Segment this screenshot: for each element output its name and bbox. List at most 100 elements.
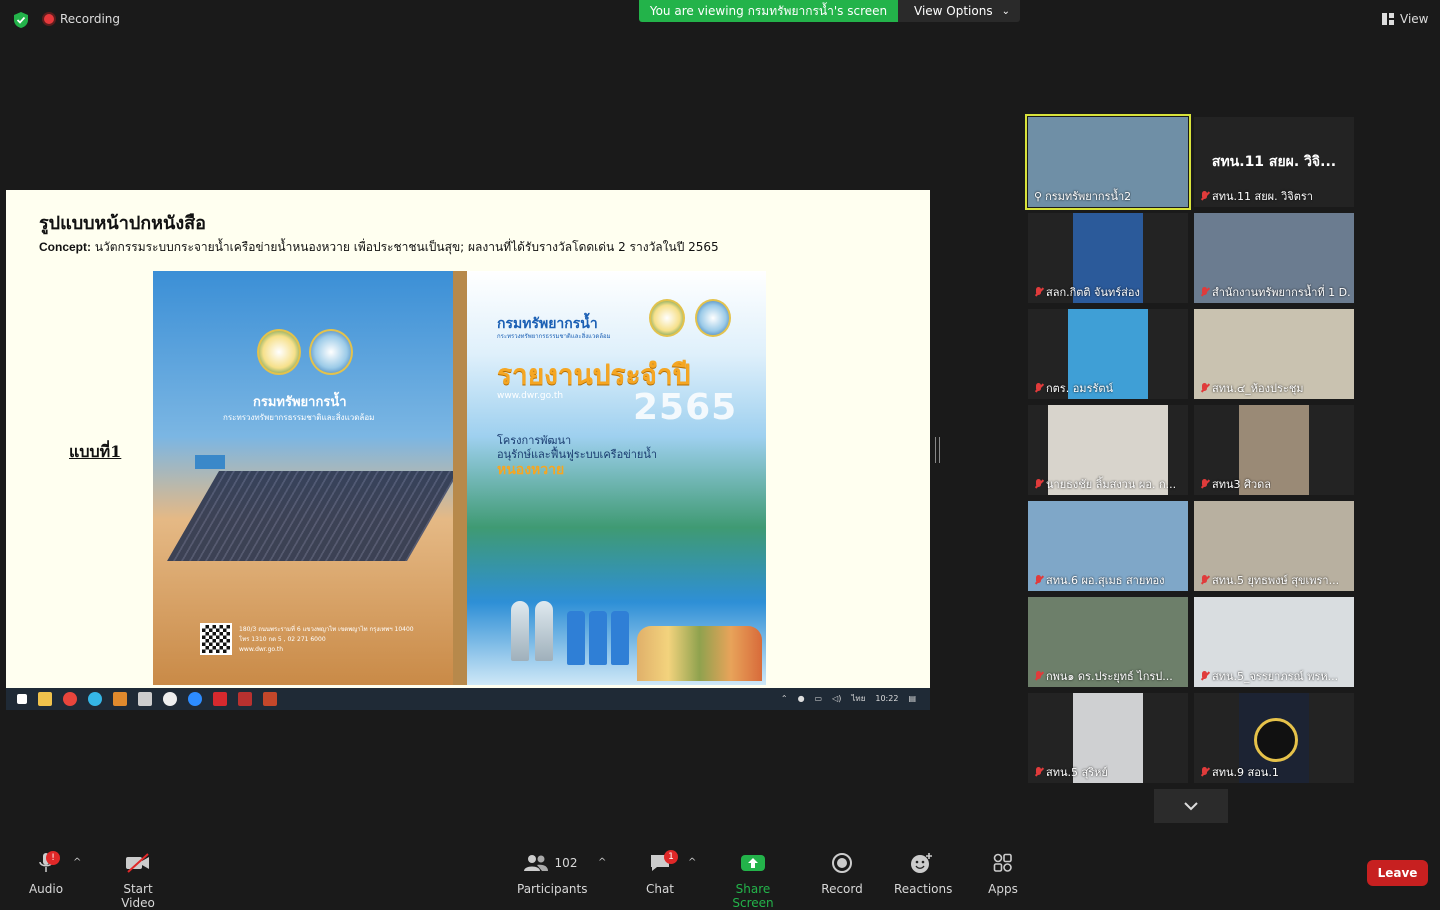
audio-alert-badge: ! bbox=[46, 851, 60, 865]
emoji-reaction-icon bbox=[911, 853, 932, 873]
participant-name: สทน3 ศิวดล bbox=[1212, 478, 1272, 491]
mic-muted-icon bbox=[1034, 766, 1043, 778]
leave-button[interactable]: Leave bbox=[1367, 860, 1428, 886]
view-button[interactable]: View bbox=[1382, 12, 1428, 26]
participant-name: กพน๑ ดร.ประยุทธ์ ไกรป... bbox=[1046, 670, 1173, 683]
participants-button[interactable]: 102 Participants bbox=[517, 850, 588, 896]
participant-tile[interactable]: สทน3 ศิวดล bbox=[1194, 405, 1354, 495]
participant-name-label: กตร. อมรรัตน์ bbox=[1034, 379, 1113, 397]
record-icon bbox=[832, 853, 852, 873]
participant-tile[interactable]: ⚲ กรมทรัพยากรน้ำ2 bbox=[1025, 114, 1191, 210]
zoom-icon bbox=[188, 692, 202, 706]
participants-options-caret[interactable]: ^ bbox=[598, 857, 606, 868]
participants-label: Participants bbox=[517, 882, 588, 896]
chat-options-caret[interactable]: ^ bbox=[688, 857, 696, 868]
view-options-label: View Options bbox=[914, 4, 993, 18]
shared-screen[interactable]: รูปแบบหน้าปกหนังสือ Concept: นวัตกรรมระบ… bbox=[6, 190, 930, 710]
mic-muted-icon bbox=[1200, 190, 1209, 202]
chat-unread-badge: 1 bbox=[664, 850, 678, 864]
seal-emblem-icon bbox=[257, 329, 301, 375]
participant-tile[interactable]: สทน.6 ผอ.สุเมธ สายทอง bbox=[1028, 501, 1188, 591]
panel-splitter-handle[interactable] bbox=[935, 437, 940, 463]
security-shield-icon[interactable] bbox=[12, 11, 30, 29]
concept-label: Concept: bbox=[39, 240, 91, 254]
participant-tile[interactable]: สทน.๔_ห้องประชุม bbox=[1194, 309, 1354, 399]
participant-tile[interactable]: สทน.5 สุริหย์ bbox=[1028, 693, 1188, 783]
apps-label: Apps bbox=[988, 882, 1018, 896]
chevron-up-icon: ⌃ bbox=[780, 694, 788, 703]
participant-name-label: สลก.กิตติ จันทร์ส่อง bbox=[1034, 283, 1140, 301]
cover-front-web: www.dwr.go.th bbox=[497, 391, 564, 401]
participant-tile[interactable]: สทน.9 สอน.1 bbox=[1194, 693, 1354, 783]
logo-emblem-icon bbox=[1254, 718, 1298, 762]
participant-tile[interactable]: กตร. อมรรัตน์ bbox=[1028, 309, 1188, 399]
participant-name: สทน.6 ผอ.สุเมธ สายทอง bbox=[1046, 574, 1165, 587]
cover-back-org-sub: กระทรวงทรัพยากรธรรมชาติและสิ่งแวดล้อม bbox=[223, 413, 375, 422]
participant-tile[interactable]: สลก.กิตติ จันทร์ส่อง bbox=[1028, 213, 1188, 303]
participant-tile[interactable]: สทน.5 ยุทธพงษ์ สุขเพรา... bbox=[1194, 501, 1354, 591]
start-video-button[interactable]: Start Video bbox=[106, 850, 170, 910]
record-label: Record bbox=[821, 882, 863, 896]
participant-name-label: กพน๑ ดร.ประยุทธ์ ไกรป... bbox=[1034, 667, 1173, 685]
share-screen-button[interactable]: Share Screen bbox=[716, 850, 790, 910]
view-label: View bbox=[1400, 12, 1429, 26]
participant-name: สทน.9 สอน.1 bbox=[1212, 766, 1279, 779]
book-cover-image: กรมทรัพยากรน้ำ กระทรวงทรัพยากรธรรมชาติแล… bbox=[153, 271, 766, 685]
participant-tile[interactable]: กพน๑ ดร.ประยุทธ์ ไกรป... bbox=[1028, 597, 1188, 687]
reactions-label: Reactions bbox=[894, 882, 953, 896]
windows-start-icon bbox=[17, 694, 27, 704]
cover-back: กรมทรัพยากรน้ำ กระทรวงทรัพยากรธรรมชาติแล… bbox=[153, 271, 467, 685]
audio-options-caret[interactable]: ^ bbox=[73, 857, 81, 868]
cover-front: กรมทรัพยากรน้ำ กระทรวงทรัพยากรธรรมชาติแล… bbox=[467, 271, 766, 685]
video-off-icon bbox=[126, 853, 149, 873]
cover-spine bbox=[453, 271, 467, 685]
audio-label: Audio bbox=[28, 882, 64, 896]
pin-icon: ⚲ bbox=[1034, 189, 1043, 203]
participant-name: นายธงชัย ลิ้มสงวน ผอ. ก... bbox=[1046, 478, 1177, 491]
pdf-icon bbox=[238, 692, 252, 706]
system-tray: ⌃ ● ▭ ◁) ไทย 10:22 ▤ bbox=[781, 692, 916, 705]
cover-front-org-sub: กระทรวงทรัพยากรธรรมชาติและสิ่งแวดล้อม bbox=[497, 333, 611, 340]
view-options-button[interactable]: View Options ⌄ bbox=[898, 0, 1020, 22]
microphone-icon: ● bbox=[797, 694, 805, 703]
mic-muted-icon bbox=[1034, 574, 1043, 586]
volume-icon: ◁) bbox=[832, 694, 842, 703]
chevron-down-icon bbox=[1184, 802, 1198, 811]
participant-tile[interactable]: สำนักงานทรัพยากรน้ำที่ 1 D... bbox=[1194, 213, 1354, 303]
apps-button[interactable]: Apps bbox=[984, 850, 1022, 896]
participant-name: กตร. อมรรัตน์ bbox=[1046, 382, 1114, 395]
mic-muted-icon bbox=[1200, 766, 1209, 778]
participant-tile[interactable]: สทน.11 สยผ. วิจิ... สทน.11 สยผ. วิจิตรา bbox=[1194, 117, 1354, 207]
participant-name-label: สทน.5 สุริหย์ bbox=[1034, 763, 1108, 781]
group-photo bbox=[637, 626, 762, 681]
viewing-banner: You are viewing กรมทรัพยากรน้ำ's screen bbox=[639, 0, 898, 22]
windows-taskbar: ⌃ ● ▭ ◁) ไทย 10:22 ▤ bbox=[6, 688, 930, 710]
mic-muted-icon bbox=[1200, 478, 1209, 490]
participant-tile[interactable]: สทน.5_จรรยาภรณ์ พรห... bbox=[1194, 597, 1354, 687]
record-button[interactable]: Record bbox=[820, 850, 864, 896]
slide-variant-label: แบบที่1 bbox=[69, 442, 122, 461]
participant-name: สทน.๔_ห้องประชุม bbox=[1212, 382, 1304, 395]
participants-count: 102 bbox=[554, 856, 578, 870]
participant-name-label: สทน.11 สยผ. วิจิตรา bbox=[1200, 187, 1313, 205]
participant-name: สทน.11 สยผ. วิจิตรา bbox=[1212, 190, 1313, 203]
participant-name-label: สทน.5_จรรยาภรณ์ พรห... bbox=[1200, 667, 1338, 685]
recording-indicator[interactable]: Recording bbox=[44, 12, 120, 26]
participant-name-label: นายธงชัย ลิ้มสงวน ผอ. ก... bbox=[1034, 475, 1176, 493]
language-indicator: ไทย bbox=[851, 694, 866, 703]
participant-name-label: สทน.6 ผอ.สุเมธ สายทอง bbox=[1034, 571, 1165, 589]
reactions-button[interactable]: Reactions bbox=[894, 850, 953, 896]
cover-back-org: กรมทรัพยากรน้ำ bbox=[253, 395, 347, 410]
grid-view-icon bbox=[1382, 13, 1394, 25]
apps-icon bbox=[993, 853, 1012, 872]
seal-emblem-icon bbox=[649, 299, 685, 337]
solar-panels bbox=[167, 471, 459, 561]
participant-tile[interactable]: นายธงชัย ลิ้มสงวน ผอ. ก... bbox=[1028, 405, 1188, 495]
app-icon bbox=[113, 692, 127, 706]
app-icon bbox=[138, 692, 152, 706]
mic-muted-icon bbox=[1200, 382, 1209, 394]
gallery-next-page-button[interactable] bbox=[1154, 789, 1228, 823]
mic-muted-icon bbox=[1034, 382, 1043, 394]
edge-icon bbox=[88, 692, 102, 706]
acrobat-icon bbox=[213, 692, 227, 706]
